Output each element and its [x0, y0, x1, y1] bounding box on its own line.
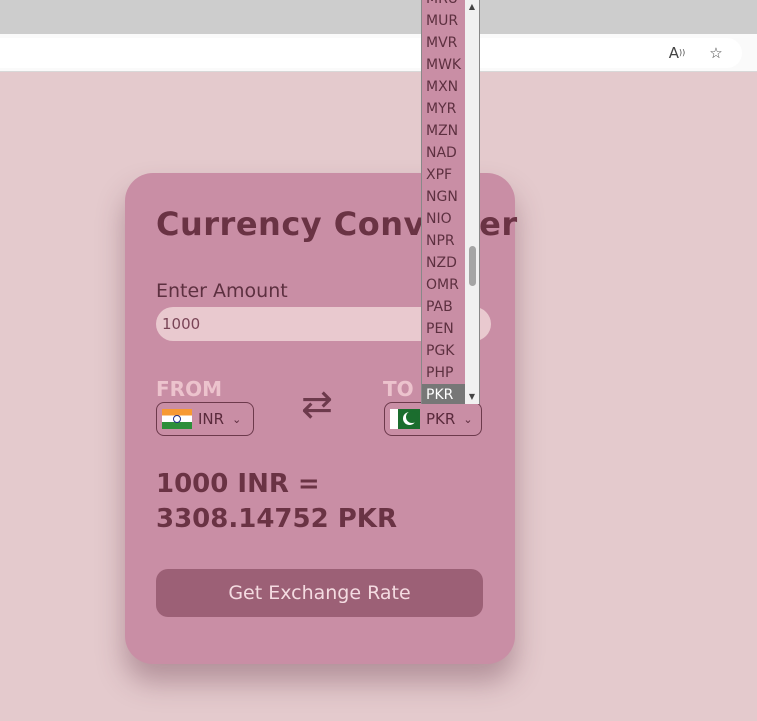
scrollbar-thumb[interactable] [469, 246, 476, 286]
get-exchange-rate-button[interactable]: Get Exchange Rate [156, 569, 483, 617]
dropdown-option[interactable]: NIO [422, 208, 467, 230]
dropdown-option[interactable]: MRU [422, 0, 467, 10]
from-label: FROM [156, 377, 222, 401]
dropdown-option[interactable]: PGK [422, 340, 467, 362]
dropdown-option[interactable]: MWK [422, 54, 467, 76]
dropdown-option[interactable]: MVR [422, 32, 467, 54]
dropdown-option[interactable]: PHP [422, 362, 467, 384]
swap-arrows-icon[interactable]: ⇄ [301, 384, 333, 424]
dropdown-scrollbar[interactable]: ▲ ▼ [465, 0, 479, 404]
to-currency-value: PKR [426, 410, 456, 428]
dropdown-option[interactable]: OMR [422, 274, 467, 296]
read-aloud-icon[interactable]: A)) [667, 43, 687, 63]
conversion-result: 1000 INR = 3308.14752 PKR [156, 469, 397, 534]
to-label: TO [383, 377, 414, 401]
dropdown-option[interactable]: NGN [422, 186, 467, 208]
dropdown-option[interactable]: PEN [422, 318, 467, 340]
scroll-up-arrow-icon[interactable]: ▲ [465, 0, 479, 14]
star-icon[interactable]: ☆ [706, 43, 726, 63]
chevron-down-icon: ⌄ [232, 412, 242, 426]
scroll-down-arrow-icon[interactable]: ▼ [465, 390, 479, 404]
amount-label: Enter Amount [156, 280, 288, 302]
dropdown-option[interactable]: XPF [422, 164, 467, 186]
to-currency-select[interactable]: PKR ⌄ [384, 402, 482, 436]
dropdown-option[interactable]: NPR [422, 230, 467, 252]
dropdown-option[interactable]: MUR [422, 10, 467, 32]
chevron-down-icon: ⌄ [463, 412, 473, 426]
dropdown-option[interactable]: PKR [422, 384, 467, 404]
dropdown-option[interactable]: NZD [422, 252, 467, 274]
dropdown-option[interactable]: PAB [422, 296, 467, 318]
india-flag-icon [162, 409, 192, 429]
dropdown-option[interactable]: MZN [422, 120, 467, 142]
dropdown-option[interactable]: MXN [422, 76, 467, 98]
pakistan-flag-icon [390, 409, 420, 429]
from-currency-select[interactable]: INR ⌄ [156, 402, 254, 436]
currency-dropdown-list[interactable]: MRUMURMVRMWKMXNMYRMZNNADXPFNGNNIONPRNZDO… [421, 0, 480, 404]
browser-tab-strip [0, 0, 757, 34]
address-bar[interactable] [0, 38, 742, 68]
dropdown-option[interactable]: MYR [422, 98, 467, 120]
from-currency-value: INR [198, 410, 225, 428]
browser-toolbar: A)) ☆ [0, 34, 757, 72]
dropdown-options: MRUMURMVRMWKMXNMYRMZNNADXPFNGNNIONPRNZDO… [422, 0, 467, 404]
dropdown-option[interactable]: NAD [422, 142, 467, 164]
